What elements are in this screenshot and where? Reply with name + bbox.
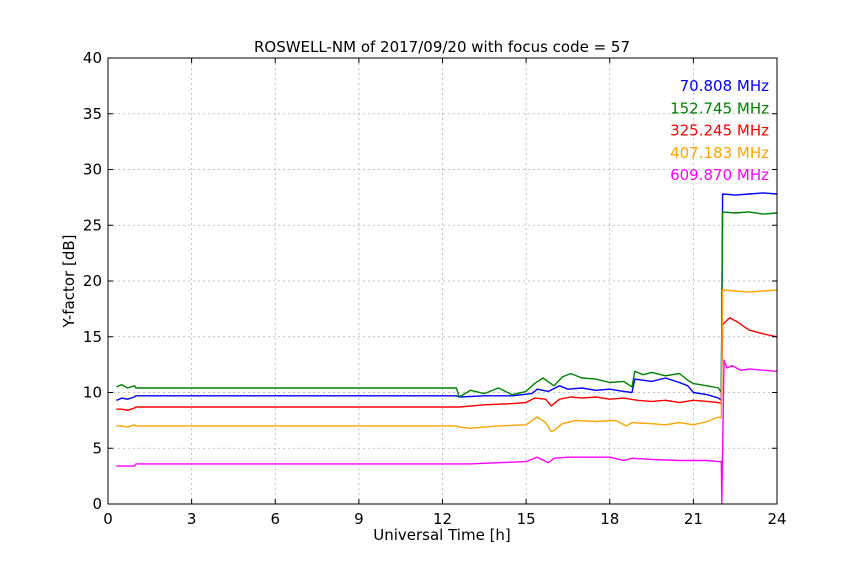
legend-entry-3: 407.183 MHz — [670, 144, 769, 162]
x-tick-label: 18 — [600, 510, 619, 528]
y-tick-label: 35 — [83, 105, 102, 123]
x-tick-label: 3 — [187, 510, 197, 528]
chart-figure: ROSWELL-NM of 2017/09/20 with focus code… — [60, 38, 787, 544]
y-tick-label: 5 — [92, 439, 102, 457]
y-tick-label: 20 — [83, 272, 102, 290]
x-tick-label: 21 — [684, 510, 703, 528]
y-tick-label: 30 — [83, 161, 102, 179]
plot-series — [116, 192, 778, 505]
y-tick-label: 0 — [92, 495, 102, 513]
x-tick-label: 9 — [354, 510, 364, 528]
series-line-0 — [116, 192, 778, 401]
legend-entry-0: 70.808 MHz — [680, 77, 769, 95]
series-line-1 — [116, 211, 778, 398]
x-axis-label: Universal Time [h] — [373, 526, 511, 544]
y-tick-label: 25 — [83, 216, 102, 234]
y-tick-label: 10 — [83, 384, 102, 402]
chart-title: ROSWELL-NM of 2017/09/20 with focus code… — [254, 38, 630, 56]
legend-entry-4: 609.870 MHz — [670, 166, 769, 184]
legend: 70.808 MHz 152.745 MHz 325.245 MHz 407.183 … — [670, 77, 769, 184]
x-tick-label: 6 — [270, 510, 280, 528]
y-tick-label: 40 — [83, 49, 102, 67]
y-tick-label: 15 — [83, 328, 102, 346]
x-tick-label: 24 — [767, 510, 786, 528]
legend-entry-2: 325.245 MHz — [670, 122, 769, 140]
x-tick-label: 15 — [517, 510, 536, 528]
y-axis-label: Y-factor [dB] — [60, 234, 78, 328]
series-line-3 — [116, 289, 778, 433]
legend-entry-1: 152.745 MHz — [670, 99, 769, 117]
x-tick-label: 0 — [103, 510, 113, 528]
